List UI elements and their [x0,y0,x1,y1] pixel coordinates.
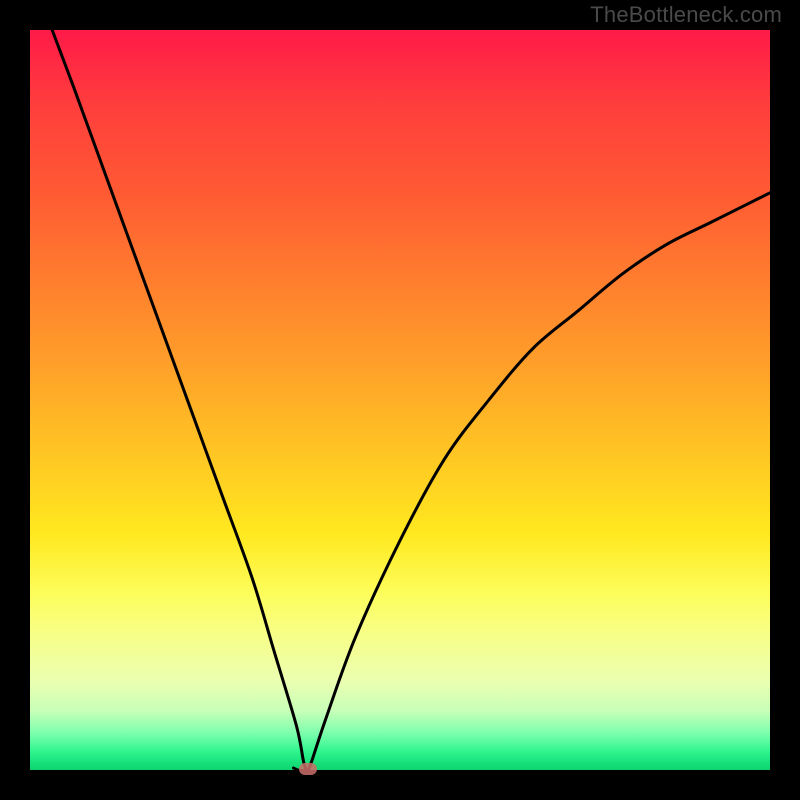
plot-area [30,30,770,770]
bottleneck-curve [30,30,770,770]
watermark-text: TheBottleneck.com [590,2,782,28]
chart-frame: TheBottleneck.com [0,0,800,800]
minimum-marker [299,763,317,775]
